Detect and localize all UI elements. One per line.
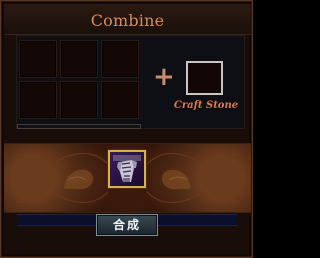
ingredient-slot-4[interactable]	[19, 81, 57, 119]
ingredient-slot-1[interactable]	[19, 40, 57, 78]
combine-button[interactable]: 合成	[96, 214, 158, 236]
ingredient-slot-2[interactable]	[60, 40, 98, 78]
plus-symbol: +	[153, 62, 175, 92]
ingredient-slot-6[interactable]	[101, 81, 139, 119]
ingredient-grid	[17, 38, 142, 120]
craft-stone-slot[interactable]	[186, 61, 223, 95]
gauntlet-item-icon	[113, 155, 141, 182]
ingredient-slot-5[interactable]	[60, 81, 98, 119]
combine-progress-bar	[17, 124, 141, 129]
ingredient-slot-3[interactable]	[101, 40, 139, 78]
combine-window: Combine + Craft Stone 合成	[0, 0, 253, 258]
result-item-slot[interactable]	[108, 150, 146, 188]
window-title: Combine	[90, 11, 165, 30]
craft-stone-label: Craft Stone	[173, 100, 239, 111]
